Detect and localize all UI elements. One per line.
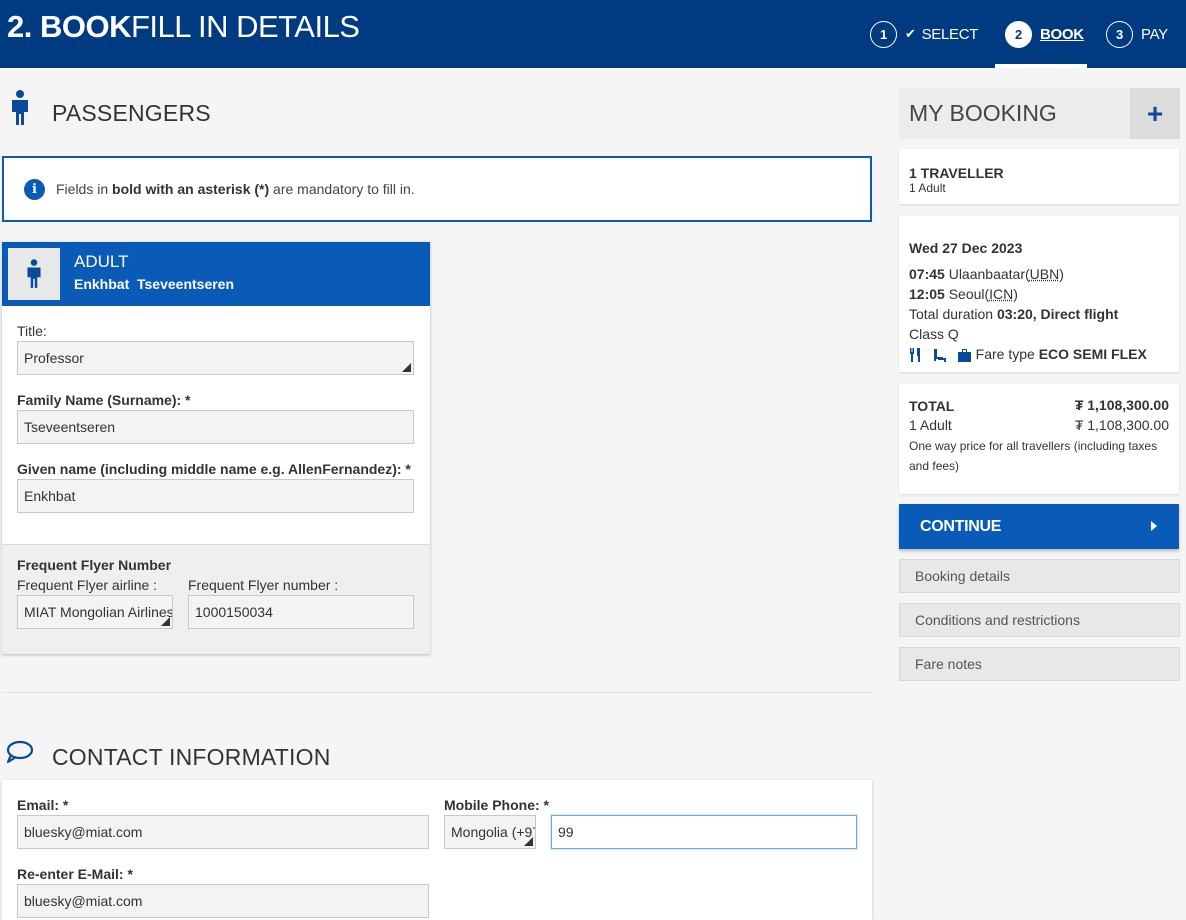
passenger-type: ADULT <box>74 252 129 271</box>
active-step-indicator <box>995 64 1087 68</box>
traveller-card: 1 TRAVELLER 1 Adult <box>899 149 1179 204</box>
checkmark-icon: ✔ <box>905 26 916 41</box>
departure-line: 07:45 Ulaanbaatar(UBN) <box>909 266 1064 282</box>
info-text: Fields in bold with an asterisk (*) are … <box>56 181 415 197</box>
contact-card: Email: * bluesky@miat.com Mobile Phone: … <box>2 780 872 920</box>
arrow-right-icon <box>1151 521 1157 531</box>
reenter-email-label: Re-enter E-Mail: * <box>17 866 133 882</box>
person-icon <box>27 259 41 288</box>
reenter-email-input[interactable]: bluesky@miat.com <box>17 884 429 918</box>
adult-price-amount: ₮ 1,108,300.00 <box>1074 417 1169 433</box>
title-label: Title: <box>17 323 47 339</box>
top-header: 2. BOOKFILL IN DETAILS 1 ✔ SELECT 2 BOOK… <box>0 0 1186 68</box>
person-icon <box>12 90 28 125</box>
continue-button[interactable]: CONTINUE <box>899 504 1179 549</box>
traveller-detail: 1 Adult <box>909 181 946 195</box>
passenger-card-header: ADULT Enkhbat Tseveentseren <box>2 242 430 306</box>
conditions-link[interactable]: Conditions and restrictions <box>899 603 1180 637</box>
traveller-count: 1 TRAVELLER <box>909 165 1004 181</box>
contact-title: CONTACT INFORMATION <box>52 744 331 770</box>
given-name-input[interactable]: Enkhbat <box>17 479 414 513</box>
family-name-input[interactable]: Tseveentseren <box>17 410 414 444</box>
price-card: TOTAL ₮ 1,108,300.00 1 Adult ₮ 1,108,300… <box>899 384 1179 494</box>
fare-line: Fare type ECO SEMI FLEX <box>909 346 1147 363</box>
price-note: One way price for all travellers (includ… <box>909 439 1158 473</box>
mandatory-info-box: i Fields in bold with an asterisk (*) ar… <box>2 156 872 222</box>
class-line: Class Q <box>909 326 959 342</box>
family-name-label: Family Name (Surname): * <box>17 392 191 408</box>
flight-date: Wed 27 Dec 2023 <box>909 240 1023 256</box>
total-amount: ₮ 1,108,300.00 <box>1074 397 1169 413</box>
step-pay[interactable]: 3 PAY <box>1106 0 1168 68</box>
phone-input[interactable]: 99 <box>551 815 857 849</box>
passenger-name: Enkhbat Tseveentseren <box>74 276 235 292</box>
expand-booking-button[interactable]: + <box>1130 88 1180 139</box>
arrival-line: 12:05 Seoul(ICN) <box>909 286 1018 302</box>
ff-number-label: Frequent Flyer number : <box>188 577 339 593</box>
my-booking-title: MY BOOKING <box>899 88 1130 139</box>
flight-card: Wed 27 Dec 2023 07:45 Ulaanbaatar(UBN) 1… <box>899 216 1179 372</box>
passengers-title: PASSENGERS <box>52 100 211 126</box>
passenger-card: ADULT Enkhbat Tseveentseren Title: Profe… <box>2 242 430 654</box>
frequent-flyer-panel: Frequent Flyer Number Frequent Flyer air… <box>2 544 430 654</box>
duration-line: Total duration 03:20, Direct flight <box>909 306 1119 322</box>
given-name-label: Given name (including middle name e.g. A… <box>17 461 411 477</box>
email-input[interactable]: bluesky@miat.com <box>17 815 429 849</box>
speech-bubble-icon <box>6 740 34 764</box>
title-select[interactable]: Professor <box>17 341 414 375</box>
section-divider <box>2 692 872 693</box>
fare-notes-link[interactable]: Fare notes <box>899 647 1180 681</box>
ff-airline-select[interactable]: MIAT Mongolian Airlines <box>17 595 173 629</box>
frequent-flyer-heading: Frequent Flyer Number <box>17 557 172 573</box>
step-book[interactable]: 2 BOOK <box>1005 0 1084 68</box>
email-label: Email: * <box>17 797 69 813</box>
total-label: TOTAL <box>909 398 955 414</box>
passenger-avatar <box>8 248 60 300</box>
meal-icon <box>910 348 920 363</box>
page-title: 2. BOOKFILL IN DETAILS <box>7 9 360 44</box>
seat-icon <box>933 349 946 363</box>
adult-price-label: 1 Adult <box>909 417 952 433</box>
ff-number-input[interactable]: 1000150034 <box>188 595 414 629</box>
baggage-icon <box>957 348 971 362</box>
booking-details-link[interactable]: Booking details <box>899 559 1180 593</box>
mobile-phone-label: Mobile Phone: * <box>444 797 549 813</box>
step-select[interactable]: 1 ✔ SELECT <box>870 0 978 68</box>
info-icon: i <box>24 178 45 200</box>
country-code-select[interactable]: Mongolia (+976) <box>444 815 536 849</box>
ff-airline-label: Frequent Flyer airline : <box>17 577 158 593</box>
